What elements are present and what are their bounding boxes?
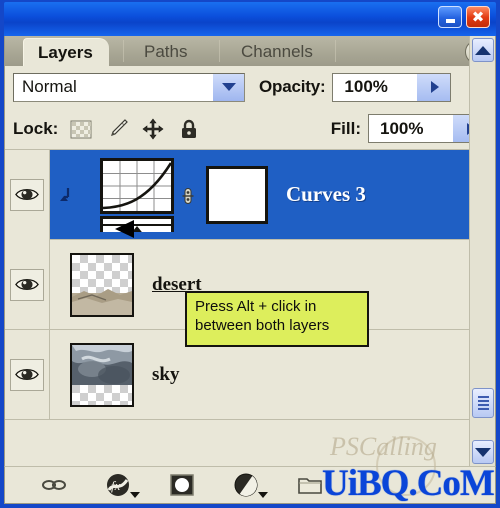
opacity-value: 100% bbox=[344, 77, 388, 96]
opacity-slider-button[interactable] bbox=[417, 73, 451, 101]
opacity-input[interactable]: 100% bbox=[332, 72, 452, 102]
layer-thumbnail-sky[interactable] bbox=[70, 342, 134, 407]
eye-icon[interactable] bbox=[10, 358, 44, 391]
grip-lines-icon bbox=[477, 394, 489, 412]
layer-name[interactable]: Curves 3 bbox=[286, 182, 366, 207]
scrollbar-thumb[interactable] bbox=[472, 388, 494, 418]
photoshop-layers-panel-window: ✖ Layers Paths Channels Normal Opacity: … bbox=[0, 0, 500, 508]
fill-value: 100% bbox=[380, 118, 424, 138]
tab-paths-label: Paths bbox=[144, 42, 188, 61]
close-icon: ✖ bbox=[471, 7, 485, 26]
chevron-down-icon bbox=[221, 83, 236, 91]
chevron-down-icon bbox=[475, 447, 491, 457]
layer-mask-icon[interactable] bbox=[169, 472, 195, 498]
blend-mode-dropdown-button[interactable] bbox=[213, 73, 244, 101]
eye-icon[interactable] bbox=[10, 178, 44, 211]
blend-mode-value: Normal bbox=[22, 77, 77, 96]
window-controls: ✖ bbox=[438, 6, 490, 28]
tab-divider bbox=[123, 40, 124, 62]
lock-row: Lock: Fill: 100% bbox=[5, 108, 495, 150]
lock-transparency-icon[interactable] bbox=[70, 118, 92, 140]
svg-text:fx: fx bbox=[111, 478, 121, 493]
chevron-right-icon bbox=[431, 81, 440, 93]
scroll-down-button[interactable] bbox=[472, 440, 494, 464]
tab-channels[interactable]: Channels bbox=[227, 38, 329, 66]
layer-visibility-cell[interactable] bbox=[5, 329, 50, 420]
layer-list: Curves 3 desert sky bbox=[5, 149, 495, 420]
blend-mode-select[interactable]: Normal bbox=[13, 72, 245, 102]
link-layers-icon[interactable] bbox=[41, 472, 67, 498]
layers-panel: Layers Paths Channels Normal Opacity: 10… bbox=[4, 36, 496, 466]
layer-name[interactable]: sky bbox=[152, 364, 179, 386]
lock-all-icon[interactable] bbox=[178, 118, 200, 140]
tab-divider bbox=[335, 40, 336, 62]
minimize-icon bbox=[445, 19, 455, 23]
tab-layers[interactable]: Layers bbox=[23, 38, 109, 66]
blend-mode-row: Normal Opacity: 100% bbox=[5, 66, 495, 108]
eye-icon[interactable] bbox=[10, 268, 44, 301]
layer-thumbnail-desert[interactable] bbox=[70, 252, 134, 317]
layers-scrollbar[interactable] bbox=[469, 36, 495, 466]
link-mask-icon[interactable] bbox=[182, 187, 194, 204]
fill-label: Fill: bbox=[330, 118, 361, 138]
panel-tabstrip: Layers Paths Channels bbox=[5, 36, 495, 66]
instruction-tooltip: Press Alt + click in between both layers bbox=[185, 291, 369, 347]
layer-visibility-cell[interactable] bbox=[5, 239, 50, 330]
tab-paths[interactable]: Paths bbox=[130, 38, 203, 66]
chevron-down-icon bbox=[130, 492, 140, 498]
tab-divider bbox=[219, 40, 220, 62]
table-row[interactable]: Curves 3 bbox=[5, 149, 495, 240]
layer-thumbnail-curves[interactable] bbox=[100, 157, 174, 232]
lock-options bbox=[70, 118, 200, 140]
layer-mask-thumbnail[interactable] bbox=[206, 165, 268, 224]
tab-channels-label: Channels bbox=[241, 42, 313, 61]
curves-graph-icon bbox=[100, 157, 174, 214]
fill-group: Fill: 100% bbox=[331, 114, 487, 143]
instruction-pointer-arrow-icon bbox=[115, 220, 134, 238]
new-group-folder-icon[interactable] bbox=[297, 472, 323, 498]
close-button[interactable]: ✖ bbox=[466, 6, 490, 28]
scroll-up-button[interactable] bbox=[472, 38, 494, 62]
layer-style-fx-icon[interactable]: fx bbox=[105, 472, 140, 498]
layer-visibility-cell[interactable] bbox=[5, 149, 50, 240]
curves-gradient-bar-icon bbox=[100, 215, 174, 232]
clipping-mask-arrow-icon bbox=[58, 186, 72, 204]
watermark-circle bbox=[376, 436, 436, 496]
tab-layers-label: Layers bbox=[38, 42, 93, 62]
lock-label: Lock: bbox=[13, 118, 59, 138]
chevron-down-icon bbox=[258, 492, 268, 498]
adjustment-layer-icon[interactable] bbox=[233, 472, 268, 498]
opacity-label: Opacity: bbox=[259, 77, 326, 96]
minimize-button[interactable] bbox=[438, 6, 462, 28]
lock-image-pixels-brush-icon[interactable] bbox=[106, 118, 129, 140]
window-titlebar: ✖ bbox=[4, 2, 496, 36]
chevron-up-icon bbox=[475, 45, 491, 55]
lock-position-move-icon[interactable] bbox=[142, 118, 164, 140]
